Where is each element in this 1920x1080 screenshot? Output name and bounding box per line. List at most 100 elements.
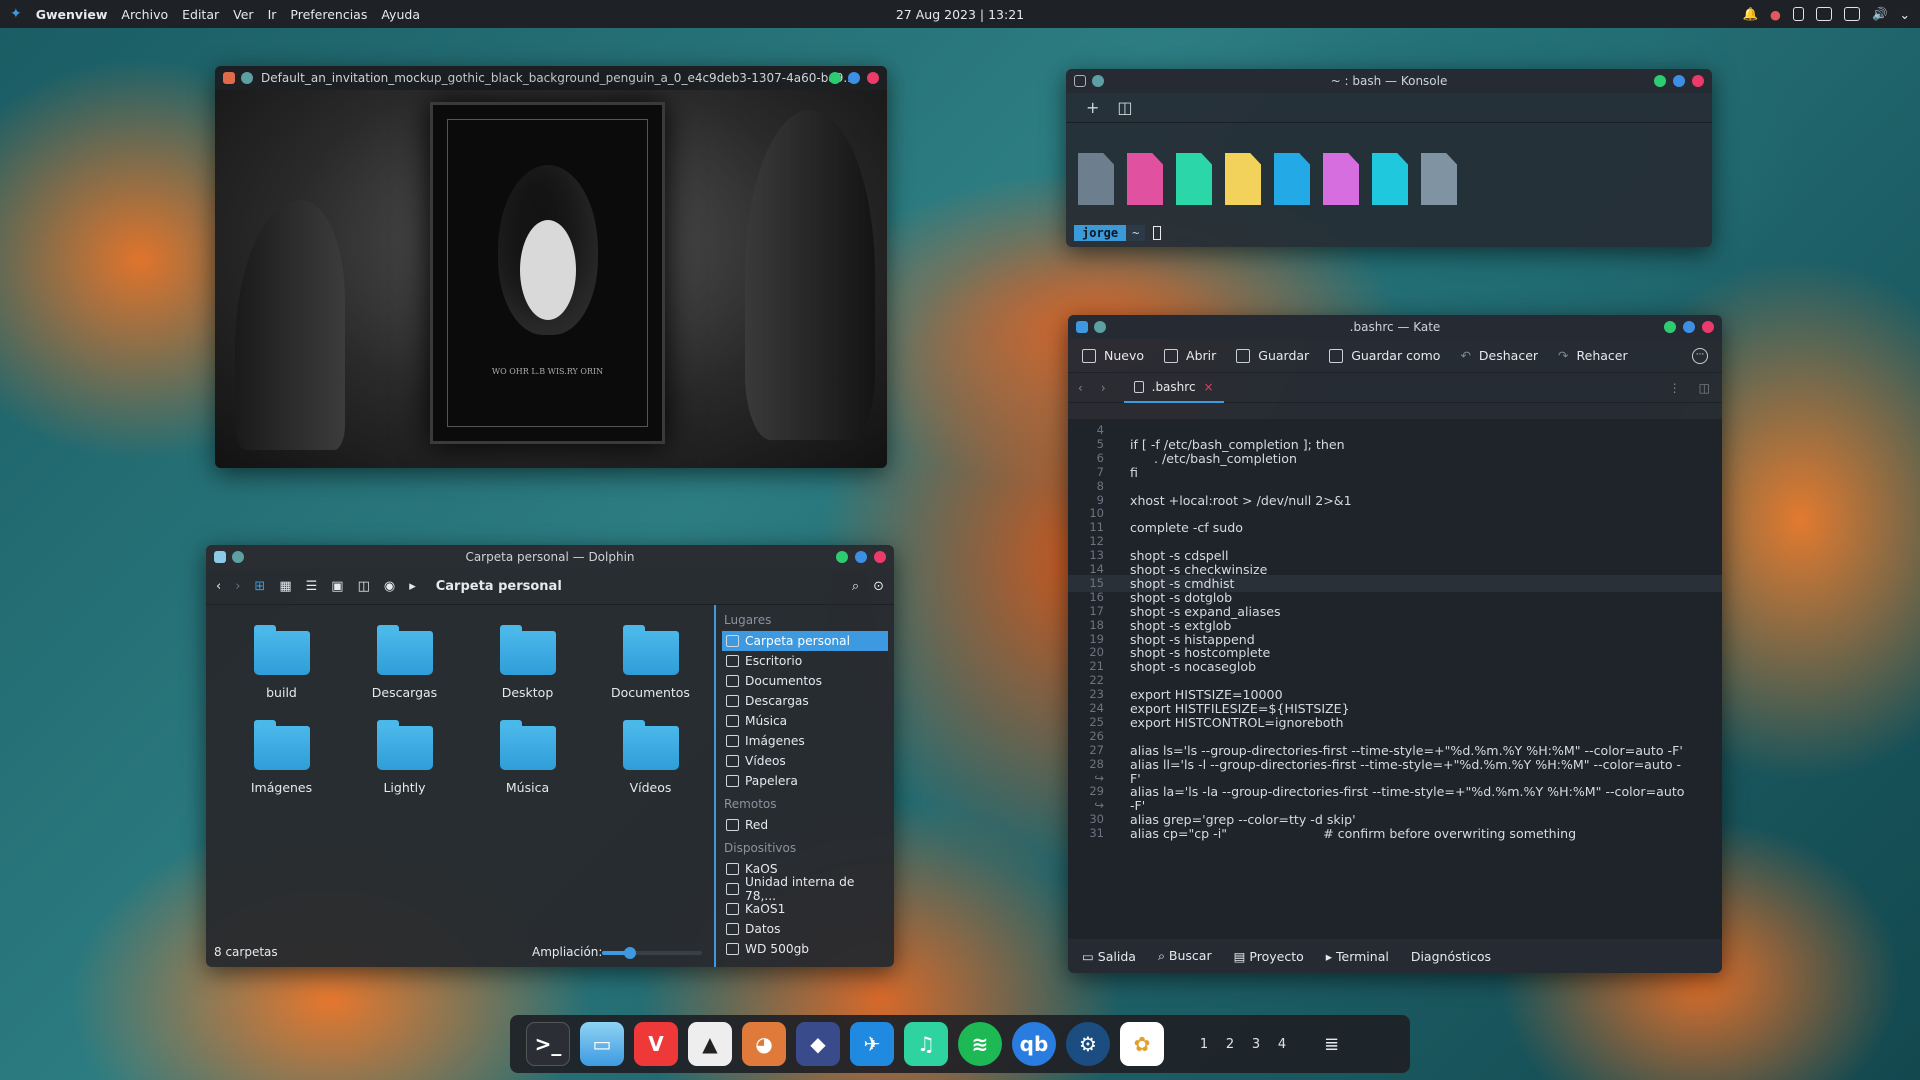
places-item[interactable]: Documentos	[722, 671, 888, 691]
network-icon[interactable]	[1843, 7, 1860, 21]
pin-button[interactable]	[232, 551, 244, 563]
music-launcher-icon[interactable]: ♫	[904, 1022, 948, 1066]
desktop-2[interactable]: 2	[1224, 1037, 1236, 1052]
tab-bashrc[interactable]: .bashrc ×	[1123, 373, 1224, 403]
maximize-button[interactable]	[855, 551, 867, 563]
titlebar[interactable]: ~ : bash — Konsole	[1066, 69, 1712, 93]
titlebar[interactable]: Default_an_invitation_mockup_gothic_blac…	[215, 66, 887, 90]
more-options-icon[interactable]: ···	[1692, 347, 1708, 364]
close-button[interactable]	[1692, 75, 1704, 87]
places-item[interactable]: Unidad interna de 78,...	[722, 875, 888, 903]
minimize-button[interactable]	[1664, 321, 1676, 333]
kdenlive-launcher-icon[interactable]: ✈	[850, 1022, 894, 1066]
titlebar[interactable]: Carpeta personal — Dolphin	[206, 545, 894, 569]
output-tab[interactable]: ▭ Salida	[1082, 949, 1136, 964]
desktop-3[interactable]: 3	[1250, 1037, 1262, 1052]
image-view[interactable]: WO OHR L.B WIS.RY ORIN	[215, 90, 887, 468]
new-tab-icon[interactable]: +	[1086, 98, 1099, 117]
pin-button[interactable]	[241, 72, 253, 84]
breadcrumb[interactable]: Carpeta personal	[436, 579, 562, 594]
search-tab[interactable]: ⌕ Buscar	[1158, 948, 1212, 964]
menu-icon[interactable]: ⊙	[873, 579, 884, 594]
vivaldi-launcher-icon[interactable]: V	[634, 1022, 678, 1066]
maximize-button[interactable]	[848, 72, 860, 84]
notifications-icon[interactable]: 🔔	[1742, 6, 1758, 22]
inkscape-launcher-icon[interactable]: ▲	[688, 1022, 732, 1066]
steam-launcher-icon[interactable]: ⚙	[1066, 1022, 1110, 1066]
pin-button[interactable]	[1094, 321, 1106, 333]
split-view-icon[interactable]: ◫	[1117, 98, 1132, 117]
back-icon[interactable]: ‹	[1078, 381, 1083, 395]
volume-icon[interactable]: 🔊	[1872, 6, 1888, 22]
details-view-icon[interactable]: ☰	[306, 579, 318, 594]
save-button[interactable]: Guardar	[1236, 348, 1309, 363]
tab-menu-icon[interactable]: ⋮	[1669, 381, 1681, 395]
icons-view-icon[interactable]: ⊞	[254, 579, 265, 594]
close-button[interactable]	[867, 72, 879, 84]
split-icon[interactable]: ◫	[1699, 381, 1710, 395]
desktop-4[interactable]: 4	[1276, 1037, 1288, 1052]
menu-preferencias[interactable]: Preferencias	[290, 7, 367, 22]
menu-ver[interactable]: Ver	[233, 7, 253, 22]
split-icon[interactable]: ◫	[358, 579, 370, 594]
menu-editar[interactable]: Editar	[182, 7, 219, 22]
folder-item[interactable]: build	[220, 625, 343, 700]
terminal-tab[interactable]: ▸ Terminal	[1326, 949, 1389, 964]
preview-icon[interactable]: ▣	[331, 579, 343, 594]
undo-button[interactable]: ↶ Deshacer	[1460, 348, 1538, 363]
slider-handle[interactable]	[624, 947, 636, 959]
show-hidden-icon[interactable]: ◉	[384, 579, 395, 594]
places-item[interactable]: Música	[722, 711, 888, 731]
places-item[interactable]: Carpeta personal	[722, 631, 888, 651]
dolphin-launcher-icon[interactable]: ▭	[580, 1022, 624, 1066]
open-button[interactable]: Abrir	[1164, 348, 1216, 363]
gimp-launcher-icon[interactable]: ◕	[742, 1022, 786, 1066]
places-item[interactable]: Red	[722, 815, 888, 835]
close-button[interactable]	[874, 551, 886, 563]
search-icon[interactable]: ⌕	[852, 579, 859, 594]
menu-lines-icon[interactable]: ≣	[1324, 1034, 1339, 1055]
minimize-button[interactable]	[829, 72, 841, 84]
places-item[interactable]: Papelera	[722, 771, 888, 791]
shell-prompt[interactable]: jorge ~	[1074, 225, 1162, 241]
display-icon[interactable]	[1815, 7, 1832, 21]
places-item[interactable]: Datos	[722, 919, 888, 939]
qbittorrent-launcher-icon[interactable]: qb	[1012, 1022, 1056, 1066]
zoom-slider[interactable]	[602, 947, 702, 959]
kde-logo-icon[interactable]: ✦	[10, 6, 22, 22]
minimize-button[interactable]	[1654, 75, 1666, 87]
minimize-button[interactable]	[836, 551, 848, 563]
menu-ayuda[interactable]: Ayuda	[381, 7, 420, 22]
folder-item[interactable]: Desktop	[466, 625, 589, 700]
forward-icon[interactable]: ›	[235, 579, 240, 594]
app-name[interactable]: Gwenview	[36, 7, 108, 22]
maximize-button[interactable]	[1683, 321, 1695, 333]
krita-launcher-icon[interactable]: ◆	[796, 1022, 840, 1066]
code-editor[interactable]: 4 5 if [ -f /etc/bash_completion ]; then 6 …	[1068, 419, 1722, 939]
places-item[interactable]: Escritorio	[722, 651, 888, 671]
pin-button[interactable]	[1092, 75, 1104, 87]
redo-button[interactable]: ↷ Rehacer	[1558, 348, 1628, 363]
diagnostics-tab[interactable]: Diagnósticos	[1411, 949, 1491, 964]
folder-item[interactable]: Vídeos	[589, 720, 712, 795]
menu-ir[interactable]: Ir	[268, 7, 277, 22]
menu-archivo[interactable]: Archivo	[121, 7, 168, 22]
chevron-down-icon[interactable]: ⌄	[1900, 7, 1910, 22]
back-icon[interactable]: ‹	[216, 579, 221, 594]
terminal-launcher-icon[interactable]: >_	[526, 1022, 570, 1066]
clipboard-icon[interactable]	[1792, 7, 1804, 21]
close-button[interactable]	[1702, 321, 1714, 333]
forward-icon[interactable]: ›	[1101, 381, 1106, 395]
folder-item[interactable]: Documentos	[589, 625, 712, 700]
close-tab-icon[interactable]: ×	[1204, 380, 1214, 394]
places-item[interactable]: Imágenes	[722, 731, 888, 751]
folder-item[interactable]: Lightly	[343, 720, 466, 795]
folder-item[interactable]: Imágenes	[220, 720, 343, 795]
folder-item[interactable]: Descargas	[343, 625, 466, 700]
spotify-launcher-icon[interactable]: ≋	[958, 1022, 1002, 1066]
desktop-1[interactable]: 1	[1198, 1037, 1210, 1052]
places-item[interactable]: WD 500gb	[722, 939, 888, 959]
photos-launcher-icon[interactable]: ✿	[1120, 1022, 1164, 1066]
titlebar[interactable]: .bashrc — Kate	[1068, 315, 1722, 339]
ghost-icon[interactable]: ●	[1770, 7, 1781, 22]
